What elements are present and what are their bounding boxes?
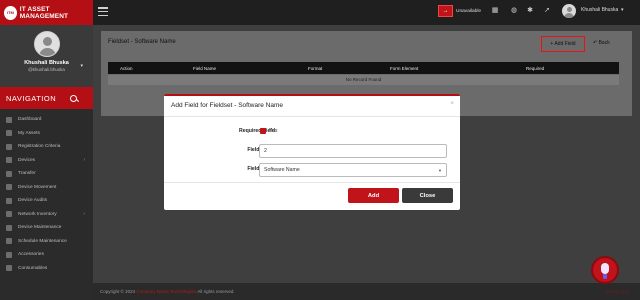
- modal-title: Add Field for Fieldset - Software Name: [171, 101, 283, 109]
- sidebar-item-label: Device Audits: [18, 198, 48, 204]
- column-header-field-name[interactable]: Field Name: [193, 66, 216, 71]
- brand-bar[interactable]: ITM IT ASSET MANAGEMENT: [0, 0, 93, 25]
- profile-avatar: [33, 31, 60, 57]
- field-order-input[interactable]: 2: [259, 144, 447, 158]
- sidebar: ITM IT ASSET MANAGEMENT Khushali Bhuska …: [0, 0, 93, 300]
- language-button[interactable]: →: [438, 5, 453, 17]
- nav-item-icon: [6, 251, 12, 258]
- profile-name[interactable]: Khushali Bhuska: [24, 60, 69, 66]
- chevron-right-icon: ›: [83, 157, 85, 164]
- column-header-required[interactable]: Required: [526, 66, 544, 71]
- nav-item-icon: [6, 211, 12, 218]
- sidebar-item[interactable]: Device Movement: [0, 181, 93, 195]
- back-button[interactable]: ↶ Back: [593, 40, 610, 46]
- close-icon[interactable]: ×: [450, 101, 454, 107]
- sidebar-item[interactable]: Consumables: [0, 262, 93, 276]
- nav-item-icon: [6, 157, 12, 164]
- hamburger-menu-icon[interactable]: [98, 7, 108, 16]
- sidebar-item-label: Network Inventory: [18, 211, 57, 217]
- required-checkbox-text[interactable]: Yes: [269, 128, 277, 134]
- sidebar-item[interactable]: Device Audits: [0, 194, 93, 208]
- nav-item-icon: [6, 224, 12, 231]
- sidebar-item[interactable]: Registration Criteria: [0, 140, 93, 154]
- globe-icon[interactable]: ◍: [510, 7, 518, 15]
- sidebar-item-label: Accessories: [18, 252, 44, 258]
- sidebar-item[interactable]: Schedule Maintenance: [0, 235, 93, 249]
- page-title: Fieldset - Software Name: [108, 39, 176, 45]
- field-order-row: Field Order 2: [164, 144, 460, 158]
- nav-item-icon: [6, 116, 12, 123]
- nav-header: NAVIGATION: [0, 87, 93, 109]
- topbar: → Unavailable ▦ ◍ ✱ ➚ Khushali Bhuska ▾: [93, 0, 640, 25]
- nav-item-icon: [6, 170, 12, 177]
- brand-logo: ITM: [4, 5, 17, 20]
- profile-handle: @khushali.bhuska: [28, 67, 65, 72]
- user-name[interactable]: Khushali Bhuska: [581, 7, 618, 13]
- profile-caret-icon[interactable]: ▾: [80, 63, 83, 69]
- profile-panel: Khushali Bhuska @khushali.bhuska ▾: [0, 25, 93, 87]
- close-button[interactable]: Close: [402, 188, 453, 203]
- sidebar-item[interactable]: Devices ›: [0, 154, 93, 168]
- table-row: No Record Found: [108, 75, 619, 85]
- nav-list: Dashboard My Assets Registration Criteria D…: [0, 109, 93, 275]
- sidebar-item-label: Devices: [18, 157, 36, 163]
- sidebar-item-label: Transfer: [18, 171, 36, 177]
- nav-item-icon: [6, 184, 12, 191]
- add-button[interactable]: Add: [348, 188, 399, 203]
- modal-footer: Add Close: [164, 182, 460, 210]
- footer-prefix: Copyright © 2024: [100, 289, 136, 294]
- gear-icon[interactable]: ✱: [526, 7, 534, 15]
- nav-item-icon: [6, 265, 12, 272]
- rocket-icon[interactable]: ➚: [543, 7, 551, 15]
- sidebar-item-label: Consumables: [18, 265, 48, 271]
- empty-message: No Record Found: [345, 77, 382, 82]
- nav-item-icon: [6, 130, 12, 137]
- search-icon[interactable]: [70, 94, 78, 102]
- field-name-row: Field Name Software Name ▼: [164, 163, 460, 177]
- assistant-bot-icon[interactable]: [591, 256, 619, 284]
- sidebar-item-label: Device Movement: [18, 184, 57, 190]
- nav-item-icon: [6, 197, 12, 204]
- language-label: Unavailable: [456, 8, 482, 14]
- required-field-row: Required Field Yes: [164, 125, 460, 139]
- sidebar-item-label: Schedule Maintenance: [18, 238, 67, 244]
- footer-version: Version 1.0: [605, 289, 628, 294]
- chevron-right-icon: ›: [83, 211, 85, 218]
- sidebar-item-label: Device Maintenance: [18, 225, 62, 231]
- add-field-modal: Add Field for Fieldset - Software Name ×…: [164, 94, 460, 210]
- nav-title: NAVIGATION: [6, 93, 57, 103]
- field-name-value: Software Name: [264, 167, 300, 173]
- user-avatar[interactable]: [562, 4, 576, 18]
- footer-company-link[interactable]: Company Name Technologies: [136, 289, 196, 294]
- field-order-value: 2: [264, 148, 267, 154]
- column-header-action[interactable]: Action: [120, 66, 133, 71]
- grid-icon[interactable]: ▦: [491, 7, 499, 15]
- sidebar-item-label: Registration Criteria: [18, 144, 61, 150]
- footer-copyright: Copyright © 2024 Company Name Technologi…: [100, 289, 235, 294]
- sidebar-item[interactable]: Device Maintenance: [0, 221, 93, 235]
- add-field-button[interactable]: + Add Field: [541, 36, 585, 52]
- footer: Copyright © 2024 Company Name Technologi…: [93, 283, 640, 300]
- sidebar-item-label: My Assets: [18, 130, 40, 136]
- table-header: Action Field Name Format Form Element Re…: [108, 62, 619, 74]
- sidebar-item[interactable]: Transfer: [0, 167, 93, 181]
- nav-item-icon: [6, 238, 12, 245]
- column-header-format[interactable]: Format: [308, 66, 322, 71]
- footer-suffix: All rights reserved.: [197, 289, 235, 294]
- brand-name: IT ASSET MANAGEMENT: [19, 5, 69, 20]
- user-caret-icon[interactable]: ▾: [621, 7, 624, 13]
- modal-header: Add Field for Fieldset - Software Name ×: [164, 94, 460, 117]
- chevron-down-icon: ▼: [438, 168, 442, 173]
- sidebar-item[interactable]: My Assets: [0, 127, 93, 141]
- sidebar-item-label: Dashboard: [18, 117, 42, 123]
- nav-item-icon: [6, 143, 12, 150]
- required-checkbox[interactable]: [260, 128, 266, 134]
- sidebar-item[interactable]: Network Inventory ›: [0, 208, 93, 222]
- sidebar-item[interactable]: Dashboard: [0, 113, 93, 127]
- column-header-form-element[interactable]: Form Element: [390, 66, 418, 71]
- sidebar-item[interactable]: Accessories: [0, 248, 93, 262]
- field-name-select[interactable]: Software Name ▼: [259, 163, 447, 177]
